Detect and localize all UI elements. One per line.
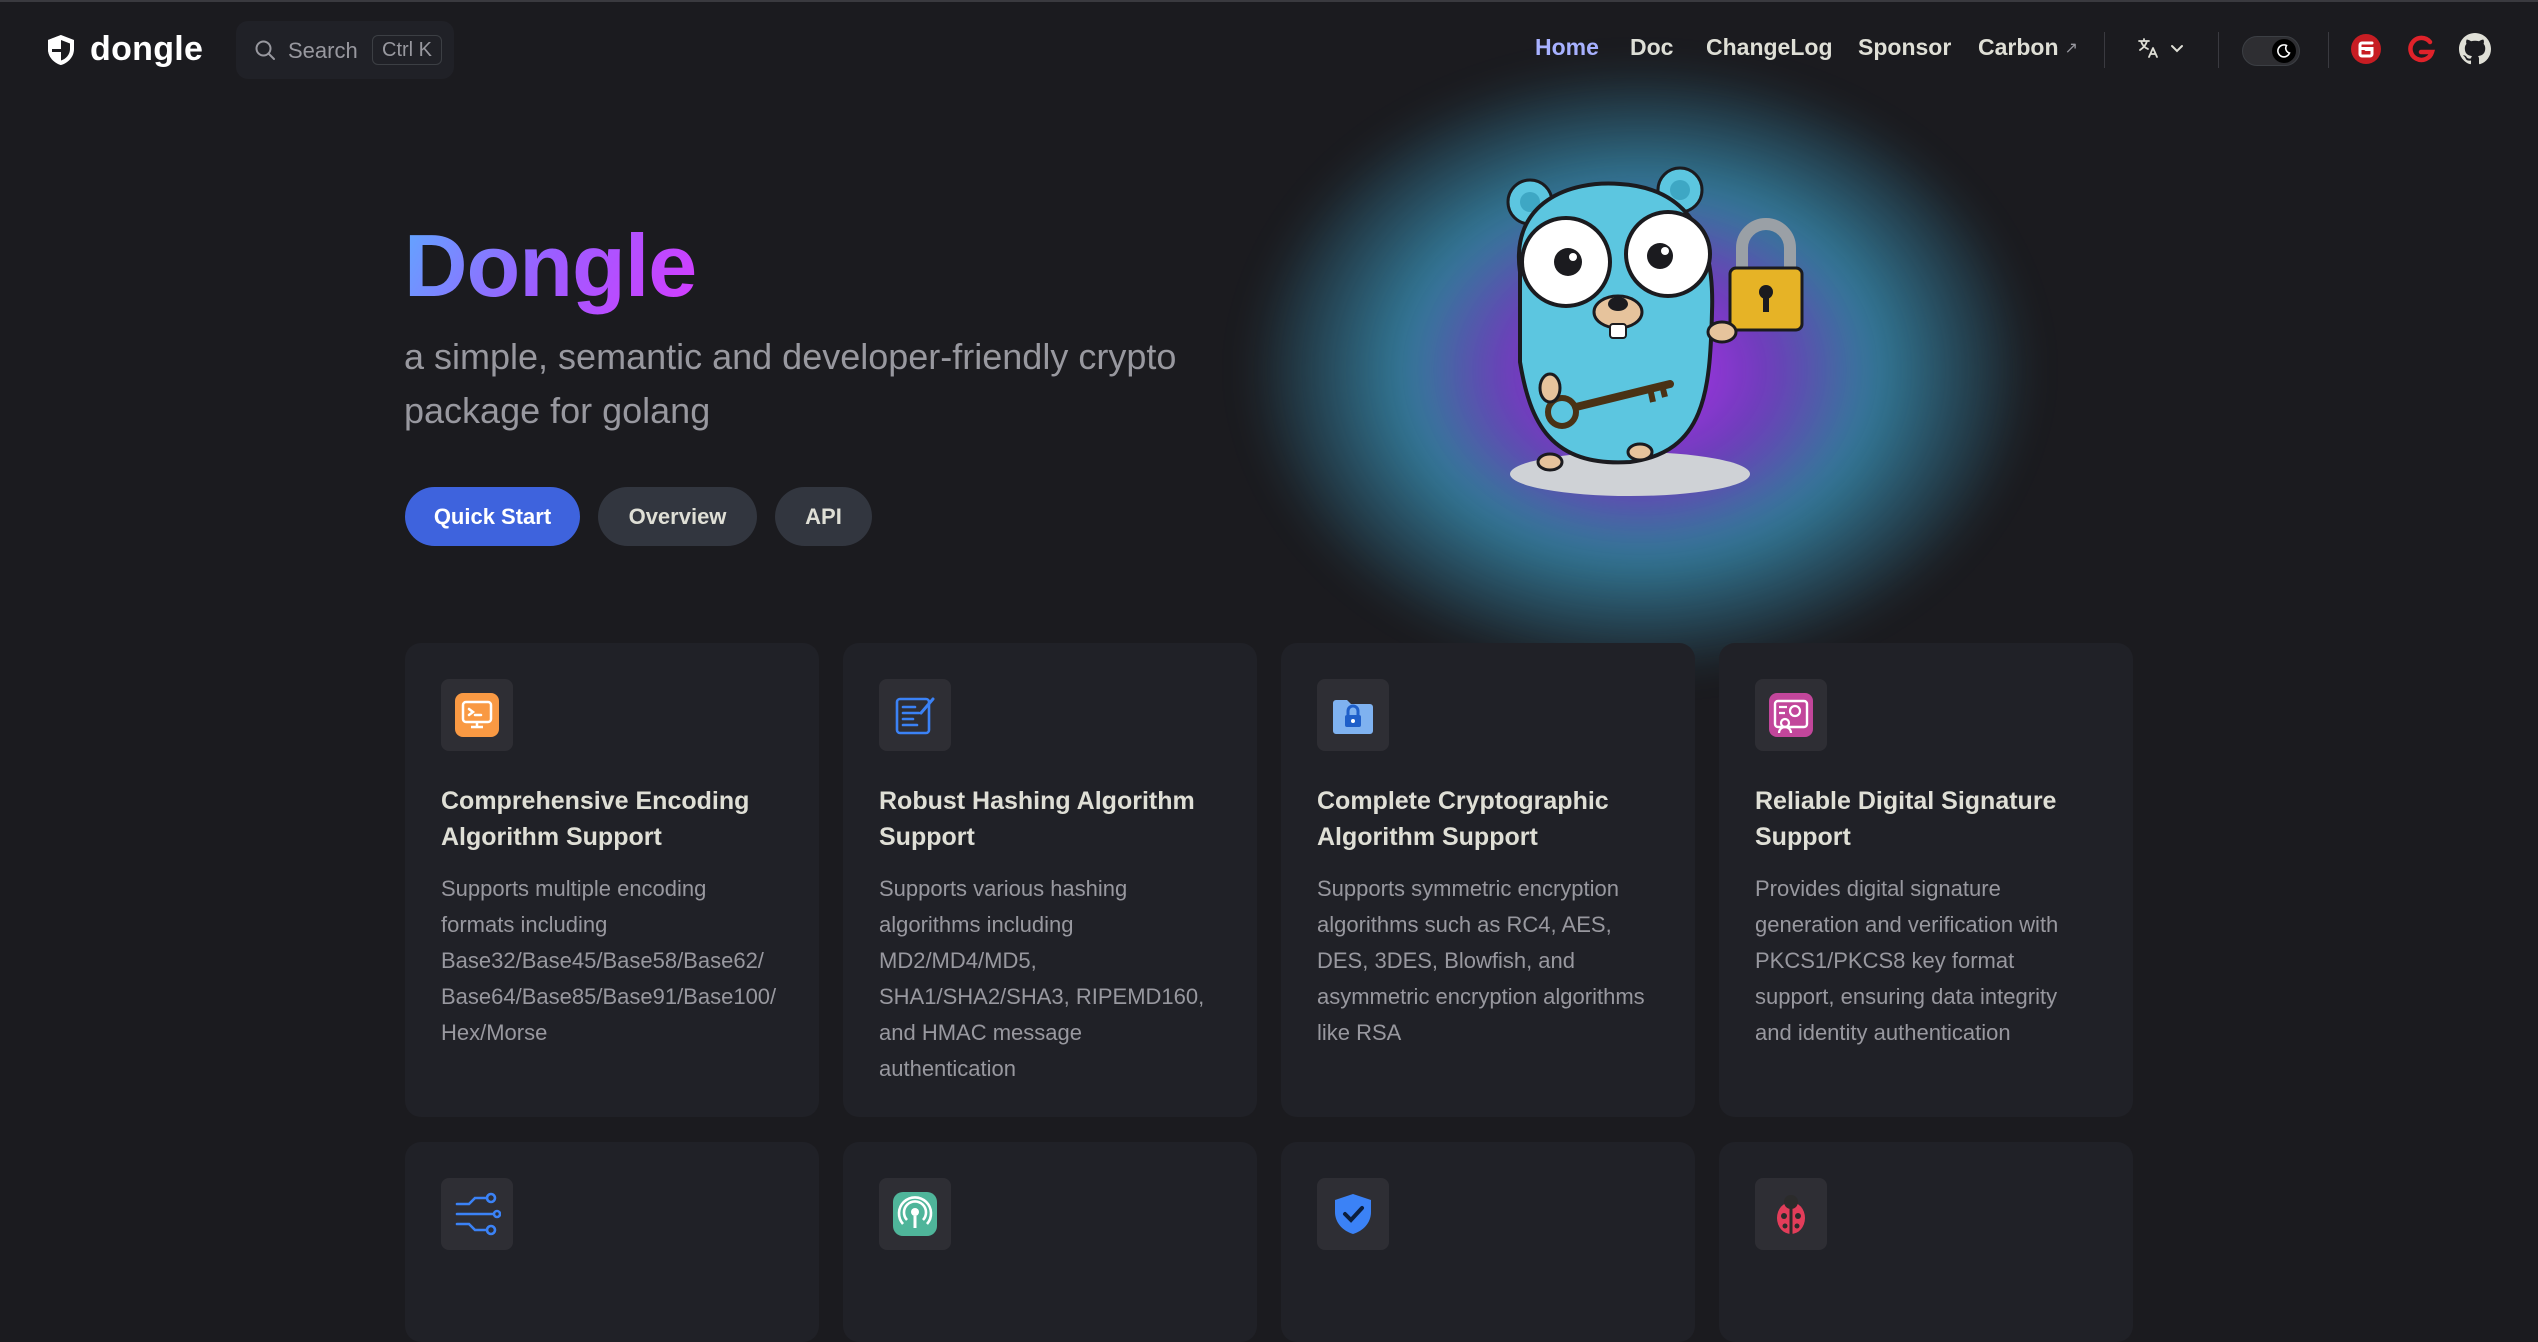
search-icon — [254, 39, 276, 66]
moon-icon — [2272, 39, 2296, 63]
overview-button[interactable]: Overview — [598, 487, 757, 546]
feature-description: Supports multiple encoding formats inclu… — [441, 876, 777, 1045]
feature-card — [843, 1142, 1257, 1342]
feature-card: Robust Hashing Algorithm Support Support… — [843, 643, 1257, 1117]
nav-divider — [2218, 32, 2219, 68]
feature-title: Comprehensive Encoding Algorithm Support — [441, 787, 750, 851]
feature-card — [405, 1142, 819, 1342]
hashing-document-icon — [879, 679, 951, 751]
gitcode-icon[interactable] — [2405, 33, 2437, 70]
gopher-mascot-image — [1490, 162, 1830, 507]
feature-card — [1719, 1142, 2133, 1342]
chevron-down-icon — [2170, 41, 2184, 60]
translate-icon — [2136, 36, 2160, 65]
certificate-icon — [1755, 679, 1827, 751]
brand-link[interactable]: dongle — [46, 30, 203, 69]
feature-description: Provides digital signature generation an… — [1755, 876, 2059, 1045]
feature-card: Comprehensive Encoding Algorithm Support… — [405, 643, 819, 1117]
encoding-terminal-icon — [441, 679, 513, 751]
shield-logo-icon — [46, 34, 76, 66]
feature-card: Complete Cryptographic Algorithm Support… — [1281, 643, 1695, 1117]
feature-title: Reliable Digital Signature Support — [1755, 787, 2057, 851]
circuit-icon — [441, 1178, 513, 1250]
github-icon[interactable] — [2459, 33, 2491, 70]
broadcast-icon — [879, 1178, 951, 1250]
hero-title: Dongle — [404, 214, 697, 318]
external-link-icon: ↗ — [2064, 40, 2078, 57]
bug-icon — [1755, 1178, 1827, 1250]
lock-folder-icon — [1317, 679, 1389, 751]
api-button[interactable]: API — [775, 487, 872, 546]
hero-tagline: a simple, semantic and developer-friendl… — [404, 336, 1177, 431]
theme-toggle[interactable] — [2242, 36, 2300, 66]
feature-description: Supports symmetric encryption algorithms… — [1317, 876, 1645, 1045]
feature-card — [1281, 1142, 1695, 1342]
feature-title: Complete Cryptographic Algorithm Support — [1317, 787, 1609, 851]
gitee-icon[interactable] — [2350, 33, 2382, 70]
feature-title: Robust Hashing Algorithm Support — [879, 787, 1195, 851]
quick-start-button[interactable]: Quick Start — [405, 487, 580, 546]
language-switcher[interactable] — [2136, 36, 2184, 65]
feature-description: Supports various hashing algorithms incl… — [879, 876, 1205, 1081]
brand-name: dongle — [90, 30, 204, 68]
shield-check-icon — [1317, 1178, 1389, 1250]
nav-divider — [2104, 32, 2105, 68]
search-shortcut: Ctrl K — [372, 35, 442, 65]
feature-card: Reliable Digital Signature Support Provi… — [1719, 643, 2133, 1117]
nav-divider — [2328, 32, 2329, 68]
search-button[interactable]: Search Ctrl K — [236, 21, 454, 79]
search-label: Search — [288, 38, 358, 63]
